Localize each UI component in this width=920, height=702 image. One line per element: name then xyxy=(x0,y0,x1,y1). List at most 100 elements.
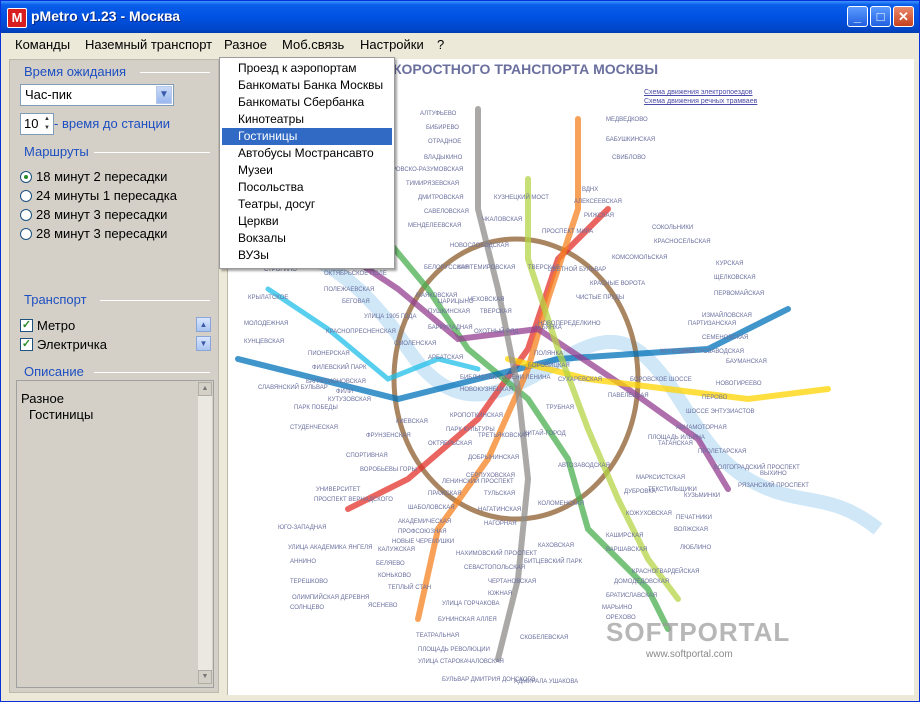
metro-checkbox[interactable]: ✓ xyxy=(20,319,33,332)
time-stepper[interactable]: 10 ▲ ▼ xyxy=(20,113,54,135)
station-label[interactable]: КУЗНЕЦКИЙ МОСТ xyxy=(494,195,549,201)
station-label[interactable]: КРАСНЫЕ ВОРОТА xyxy=(590,281,645,287)
station-label[interactable]: КУЗЬМИНКИ xyxy=(684,493,720,499)
station-label[interactable]: ЩЕЛКОВСКАЯ xyxy=(714,275,756,281)
dropdown-item[interactable]: Церкви xyxy=(222,213,392,230)
route-radio-1[interactable] xyxy=(20,171,32,183)
station-label[interactable]: БЕГОВАЯ xyxy=(342,299,370,305)
route-option-3[interactable]: 28 минут 3 пересадки xyxy=(36,207,167,222)
station-label[interactable]: СВИБЛОВО xyxy=(612,155,646,161)
station-label[interactable]: СУХАРЕВСКАЯ xyxy=(558,377,602,383)
station-label[interactable]: КУНЦЕВСКАЯ xyxy=(244,339,284,345)
scroll-up-icon[interactable]: ▲ xyxy=(196,317,211,332)
station-label[interactable]: МАРКСИСТСКАЯ xyxy=(636,475,685,481)
chevron-down-icon[interactable]: ▼ xyxy=(156,86,172,104)
station-label[interactable]: ВЫХИНО xyxy=(760,471,787,477)
route-option-1[interactable]: 18 минут 2 пересадки xyxy=(36,169,167,184)
station-label[interactable]: АЛТУФЬЕВО xyxy=(420,111,456,117)
station-label[interactable]: ТЕАТРАЛЬНАЯ xyxy=(416,633,459,639)
station-label[interactable]: ЦВЕТНОЙ БУЛЬВАР xyxy=(548,267,606,273)
trains-scheme-link[interactable]: Схема движения электропоездов xyxy=(644,89,753,96)
station-label[interactable]: КОНЬКОВО xyxy=(378,573,411,579)
dropdown-item[interactable]: Музеи xyxy=(222,162,392,179)
scroll-up-icon[interactable]: ▲ xyxy=(198,382,212,396)
station-label[interactable]: КРАСНОСЕЛЬСКАЯ xyxy=(654,239,711,245)
station-label[interactable]: ПЛОЩАДЬ ИЛЬИЧА xyxy=(648,435,705,441)
station-label[interactable]: КАХОВСКАЯ xyxy=(538,543,574,549)
dropdown-item[interactable]: ВУЗы xyxy=(222,247,392,264)
dropdown-item[interactable]: Проезд к аэропортам xyxy=(222,60,392,77)
station-label[interactable]: ПЕЧАТНИКИ xyxy=(676,515,712,521)
station-label[interactable]: ТЕПЛЫЙ СТАН xyxy=(388,585,431,591)
station-label[interactable]: ДОБРЫНИНСКАЯ xyxy=(468,455,519,461)
route-option-4[interactable]: 28 минут 3 пересадки xyxy=(36,226,167,241)
station-label[interactable]: ФРУНЗЕНСКАЯ xyxy=(366,433,411,439)
station-label[interactable]: МЕНДЕЛЕЕВСКАЯ xyxy=(408,223,461,229)
station-label[interactable]: СКОБЕЛЕВСКАЯ xyxy=(520,635,568,641)
station-label[interactable]: ИЗМАЙЛОВСКАЯ xyxy=(702,313,752,319)
station-label[interactable]: ЭЛЕКТРОЗАВОДСКАЯ xyxy=(680,349,744,355)
station-label[interactable]: ТАГАНСКАЯ xyxy=(658,441,693,447)
station-label[interactable]: СЕВАСТОПОЛЬСКАЯ xyxy=(464,565,525,571)
station-label[interactable]: ВАРШАВСКАЯ xyxy=(606,547,647,553)
station-label[interactable]: НАГАТИНСКАЯ xyxy=(478,507,521,513)
station-label[interactable]: ЮГО-ЗАПАДНАЯ xyxy=(278,525,326,531)
menu-mobile[interactable]: Моб.связь xyxy=(282,37,344,52)
station-label[interactable]: КОМСОМОЛЬСКАЯ xyxy=(612,255,667,261)
station-label[interactable]: БАУМАНСКАЯ xyxy=(726,359,767,365)
station-label[interactable]: ЦАРИЦЫНО xyxy=(438,299,474,305)
station-label[interactable]: ПРОФСОЮЗНАЯ xyxy=(398,529,447,535)
station-label[interactable]: НАХИМОВСКИЙ ПРОСПЕКТ xyxy=(456,551,537,557)
station-label[interactable]: АРБАТСКАЯ xyxy=(428,355,463,361)
station-label[interactable]: НОВОСЛОБОДСКАЯ xyxy=(450,243,509,249)
station-label[interactable]: МАРЬИНО xyxy=(602,605,632,611)
station-label[interactable]: ПОЛЯНКА xyxy=(534,351,563,357)
dropdown-item[interactable]: Театры, досуг xyxy=(222,196,392,213)
station-label[interactable]: ФИЛЕВСКИЙ ПАРК xyxy=(312,365,367,371)
station-label[interactable]: ПЕРВОМАЙСКАЯ xyxy=(714,291,764,297)
station-label[interactable]: КАНТЕМИРОВСКАЯ xyxy=(458,265,515,271)
dropdown-item[interactable]: Автобусы Мострансавто xyxy=(222,145,392,162)
scroll-down-icon[interactable]: ▼ xyxy=(198,670,212,684)
wait-mode-select[interactable]: Час-пик ▼ xyxy=(20,84,174,106)
station-label[interactable]: КРАСНОГВАРДЕЙСКАЯ xyxy=(632,569,700,575)
scroll-down-icon[interactable]: ▼ xyxy=(196,336,211,351)
station-label[interactable]: БУЛЬВАР ДМИТРИЯ ДОНСКОГО xyxy=(442,677,535,683)
station-label[interactable]: УЛИЦА АКАДЕМИКА ЯНГЕЛЯ xyxy=(288,545,372,551)
station-label[interactable]: ФИЛИ xyxy=(336,389,353,395)
station-label[interactable]: ОКТЯБРЬСКАЯ xyxy=(428,441,472,447)
dropdown-item[interactable]: Вокзалы xyxy=(222,230,392,247)
desc-scrollbar[interactable]: ▲ ▼ xyxy=(198,382,212,684)
station-label[interactable]: УНИВЕРСИТЕТ xyxy=(316,487,360,493)
station-label[interactable]: УЛИЦА СТАРОКАЧАЛОВСКАЯ xyxy=(418,659,504,665)
station-label[interactable]: СОЛНЦЕВО xyxy=(290,605,324,611)
station-label[interactable]: БИТЦЕВСКИЙ ПАРК xyxy=(524,559,582,565)
maximize-button[interactable]: □ xyxy=(870,6,891,27)
station-label[interactable]: ДОМОДЕДОВСКАЯ xyxy=(614,579,669,585)
station-label[interactable]: КАЛУЖСКАЯ xyxy=(378,547,415,553)
station-label[interactable]: АКАДЕМИЧЕСКАЯ xyxy=(398,519,451,525)
station-label[interactable]: ПАРТИЗАНСКАЯ xyxy=(688,321,736,327)
station-label[interactable]: СПОРТИВНАЯ xyxy=(346,453,388,459)
station-label[interactable]: ВОРОБЬЕВЫ ГОРЫ xyxy=(360,467,417,473)
station-label[interactable]: ТИМИРЯЗЕВСКАЯ xyxy=(406,181,459,187)
station-label[interactable]: БОРОВИЦКАЯ xyxy=(528,363,570,369)
station-label[interactable]: ВЛАДЫКИНО xyxy=(424,155,462,161)
dropdown-item[interactable]: Посольства xyxy=(222,179,392,196)
station-label[interactable]: ПИОНЕРСКАЯ xyxy=(308,351,350,357)
station-label[interactable]: БАБУШКИНСКАЯ xyxy=(606,137,655,143)
station-label[interactable]: ВДНХ xyxy=(582,187,598,193)
station-label[interactable]: СЛАВЯНСКИЙ БУЛЬВАР xyxy=(258,385,328,391)
train-checkbox[interactable]: ✓ xyxy=(20,338,33,351)
station-label[interactable]: КУТУЗОВСКАЯ xyxy=(328,397,371,403)
station-label[interactable]: УЛИЦА 1905 ГОДА xyxy=(364,314,417,320)
menu-ground-transport[interactable]: Наземный транспорт xyxy=(85,37,212,52)
route-radio-2[interactable] xyxy=(20,190,32,202)
station-label[interactable]: ОКТЯБРЬСКОЕ ПОЛЕ xyxy=(324,271,387,277)
station-label[interactable]: АВИАМОТОРНАЯ xyxy=(676,425,727,431)
station-label[interactable]: НАГОРНАЯ xyxy=(484,521,517,527)
station-label[interactable]: ОЛИМПИЙСКАЯ ДЕРЕВНЯ xyxy=(292,595,369,601)
station-label[interactable]: ТЕРЕШКОВО xyxy=(290,579,328,585)
station-label[interactable]: МОЛОДЕЖНАЯ xyxy=(244,321,288,327)
station-label[interactable]: ЛЕНИНСКИЙ ПРОСПЕКТ xyxy=(442,479,514,485)
